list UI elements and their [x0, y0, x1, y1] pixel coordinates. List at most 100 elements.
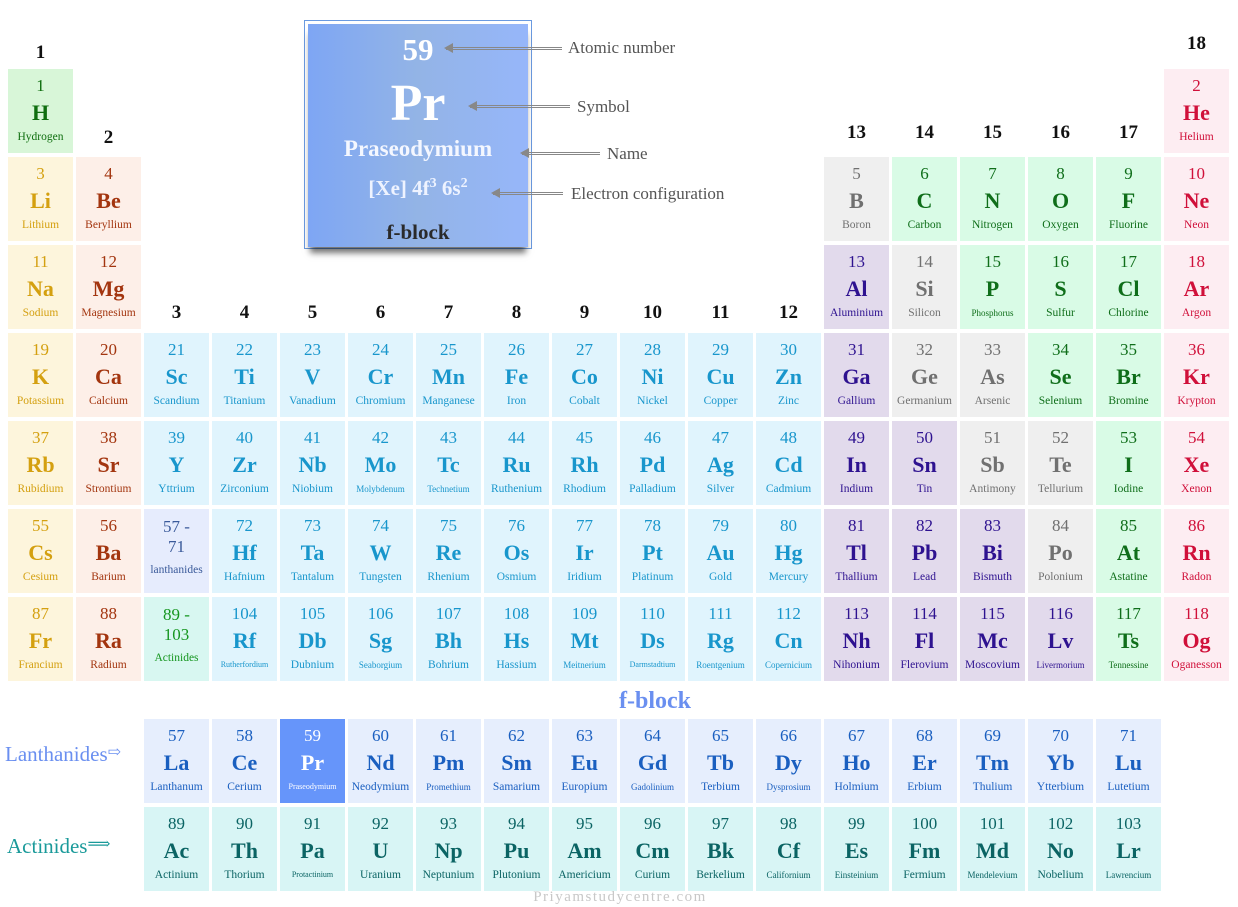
- element-cell-nd[interactable]: 60 Nd Neodymium: [348, 719, 413, 803]
- element-cell-lu[interactable]: 71 Lu Lutetium: [1096, 719, 1161, 803]
- element-cell-bk[interactable]: 97 Bk Berkelium: [688, 807, 753, 891]
- element-cell-pd[interactable]: 46 Pd Palladium: [620, 421, 685, 505]
- element-cell-no[interactable]: 102 No Nobelium: [1028, 807, 1093, 891]
- element-cell-ac[interactable]: 89 Ac Actinium: [144, 807, 209, 891]
- element-cell-zr[interactable]: 40 Zr Zirconium: [212, 421, 277, 505]
- element-cell-cs[interactable]: 55 Cs Cesium: [8, 509, 73, 593]
- element-cell-mo[interactable]: 42 Mo Molybdenum: [348, 421, 413, 505]
- element-cell-ru[interactable]: 44 Ru Ruthenium: [484, 421, 549, 505]
- element-cell-u[interactable]: 92 U Uranium: [348, 807, 413, 891]
- element-cell-bi[interactable]: 83 Bi Bismuth: [960, 509, 1025, 593]
- element-cell-cd[interactable]: 48 Cd Cadmium: [756, 421, 821, 505]
- element-cell-i[interactable]: 53 I Iodine: [1096, 421, 1161, 505]
- element-cell-zn[interactable]: 30 Zn Zinc: [756, 333, 821, 417]
- element-cell-ce[interactable]: 58 Ce Cerium: [212, 719, 277, 803]
- element-cell-br[interactable]: 35 Br Bromine: [1096, 333, 1161, 417]
- element-cell-mn[interactable]: 25 Mn Manganese: [416, 333, 481, 417]
- element-cell-y[interactable]: 39 Y Yttrium: [144, 421, 209, 505]
- element-cell-es[interactable]: 99 Es Einsteinium: [824, 807, 889, 891]
- element-cell-ti[interactable]: 22 Ti Titanium: [212, 333, 277, 417]
- element-cell-dy[interactable]: 66 Dy Dysprosium: [756, 719, 821, 803]
- element-cell-p[interactable]: 15 P Phosphorus: [960, 245, 1025, 329]
- element-cell-c[interactable]: 6 C Carbon: [892, 157, 957, 241]
- element-cell-ds[interactable]: 110 Ds Darmstadtium: [620, 597, 685, 681]
- element-cell-fl[interactable]: 114 Fl Flerovium: [892, 597, 957, 681]
- element-cell-bh[interactable]: 107 Bh Bohrium: [416, 597, 481, 681]
- element-cell-rf[interactable]: 104 Rf Rutherfordium: [212, 597, 277, 681]
- element-cell-np[interactable]: 93 Np Neptunium: [416, 807, 481, 891]
- element-cell-pu[interactable]: 94 Pu Plutonium: [484, 807, 549, 891]
- element-cell-nh[interactable]: 113 Nh Nihonium: [824, 597, 889, 681]
- element-cell-se[interactable]: 34 Se Selenium: [1028, 333, 1093, 417]
- element-cell-s[interactable]: 16 S Sulfur: [1028, 245, 1093, 329]
- element-cell-h[interactable]: 1 H Hydrogen: [8, 69, 73, 153]
- element-cell-ts[interactable]: 117 Ts Tennessine: [1096, 597, 1161, 681]
- element-cell-sg[interactable]: 106 Sg Seaborgium: [348, 597, 413, 681]
- element-cell-th[interactable]: 90 Th Thorium: [212, 807, 277, 891]
- element-cell-pm[interactable]: 61 Pm Promethium: [416, 719, 481, 803]
- element-cell-cu[interactable]: 29 Cu Copper: [688, 333, 753, 417]
- element-cell-am[interactable]: 95 Am Americium: [552, 807, 617, 891]
- element-cell-cm[interactable]: 96 Cm Curium: [620, 807, 685, 891]
- element-cell-b[interactable]: 5 B Boron: [824, 157, 889, 241]
- element-cell-er[interactable]: 68 Er Erbium: [892, 719, 957, 803]
- element-cell-be[interactable]: 4 Be Beryllium: [76, 157, 141, 241]
- element-cell-ge[interactable]: 32 Ge Germanium: [892, 333, 957, 417]
- element-cell-kr[interactable]: 36 Kr Krypton: [1164, 333, 1229, 417]
- element-cell-po[interactable]: 84 Po Polonium: [1028, 509, 1093, 593]
- element-cell-ta[interactable]: 73 Ta Tantalum: [280, 509, 345, 593]
- element-cell-ga[interactable]: 31 Ga Gallium: [824, 333, 889, 417]
- element-cell-db[interactable]: 105 Db Dubnium: [280, 597, 345, 681]
- element-cell-ag[interactable]: 47 Ag Silver: [688, 421, 753, 505]
- element-cell-n[interactable]: 7 N Nitrogen: [960, 157, 1025, 241]
- element-cell-og[interactable]: 118 Og Oganesson: [1164, 597, 1229, 681]
- element-cell-ba[interactable]: 56 Ba Barium: [76, 509, 141, 593]
- element-cell-he[interactable]: 2 He Helium: [1164, 69, 1229, 153]
- element-cell-hs[interactable]: 108 Hs Hassium: [484, 597, 549, 681]
- element-cell-eu[interactable]: 63 Eu Europium: [552, 719, 617, 803]
- element-cell-tm[interactable]: 69 Tm Thulium: [960, 719, 1025, 803]
- element-cell-os[interactable]: 76 Os Osmium: [484, 509, 549, 593]
- element-cell-f[interactable]: 9 F Fluorine: [1096, 157, 1161, 241]
- element-cell-cf[interactable]: 98 Cf Californium: [756, 807, 821, 891]
- element-cell-ca[interactable]: 20 Ca Calcium: [76, 333, 141, 417]
- element-cell-fe[interactable]: 26 Fe Iron: [484, 333, 549, 417]
- element-cell-na[interactable]: 11 Na Sodium: [8, 245, 73, 329]
- element-cell-re[interactable]: 75 Re Rhenium: [416, 509, 481, 593]
- element-cell-k[interactable]: 19 K Potassium: [8, 333, 73, 417]
- element-cell-te[interactable]: 52 Te Tellurium: [1028, 421, 1093, 505]
- element-cell-v[interactable]: 23 V Vanadium: [280, 333, 345, 417]
- element-cell-cl[interactable]: 17 Cl Chlorine: [1096, 245, 1161, 329]
- element-cell-sn[interactable]: 50 Sn Tin: [892, 421, 957, 505]
- element-cell-mc[interactable]: 115 Mc Moscovium: [960, 597, 1025, 681]
- element-cell-rn[interactable]: 86 Rn Radon: [1164, 509, 1229, 593]
- element-cell-tc[interactable]: 43 Tc Technetium: [416, 421, 481, 505]
- element-cell-ra[interactable]: 88 Ra Radium: [76, 597, 141, 681]
- element-cell-tl[interactable]: 81 Tl Thallium: [824, 509, 889, 593]
- element-cell-pb[interactable]: 82 Pb Lead: [892, 509, 957, 593]
- element-cell-co[interactable]: 27 Co Cobalt: [552, 333, 617, 417]
- element-cell-pt[interactable]: 78 Pt Platinum: [620, 509, 685, 593]
- element-cell-lr[interactable]: 103 Lr Lawrencium: [1096, 807, 1161, 891]
- element-cell-ir[interactable]: 77 Ir Iridium: [552, 509, 617, 593]
- element-cell-hf[interactable]: 72 Hf Hafnium: [212, 509, 277, 593]
- element-cell-ni[interactable]: 28 Ni Nickel: [620, 333, 685, 417]
- element-cell-sm[interactable]: 62 Sm Samarium: [484, 719, 549, 803]
- element-cell-mg[interactable]: 12 Mg Magnesium: [76, 245, 141, 329]
- element-cell-pr[interactable]: 59 Pr Praseodymium: [280, 719, 345, 803]
- element-cell-rg[interactable]: 111 Rg Roentgenium: [688, 597, 753, 681]
- element-cell-in[interactable]: 49 In Indium: [824, 421, 889, 505]
- element-cell-la[interactable]: 57 La Lanthanum: [144, 719, 209, 803]
- element-cell-sc[interactable]: 21 Sc Scandium: [144, 333, 209, 417]
- element-cell-md[interactable]: 101 Md Mendelevium: [960, 807, 1025, 891]
- element-cell-xe[interactable]: 54 Xe Xenon: [1164, 421, 1229, 505]
- element-cell-hg[interactable]: 80 Hg Mercury: [756, 509, 821, 593]
- element-cell-mt[interactable]: 109 Mt Meitnerium: [552, 597, 617, 681]
- element-cell-cn[interactable]: 112 Cn Copernicium: [756, 597, 821, 681]
- element-cell-o[interactable]: 8 O Oxygen: [1028, 157, 1093, 241]
- element-cell-nb[interactable]: 41 Nb Niobium: [280, 421, 345, 505]
- element-cell-ne[interactable]: 10 Ne Neon: [1164, 157, 1229, 241]
- element-cell-as[interactable]: 33 As Arsenic: [960, 333, 1025, 417]
- element-cell-tb[interactable]: 65 Tb Terbium: [688, 719, 753, 803]
- element-cell-ar[interactable]: 18 Ar Argon: [1164, 245, 1229, 329]
